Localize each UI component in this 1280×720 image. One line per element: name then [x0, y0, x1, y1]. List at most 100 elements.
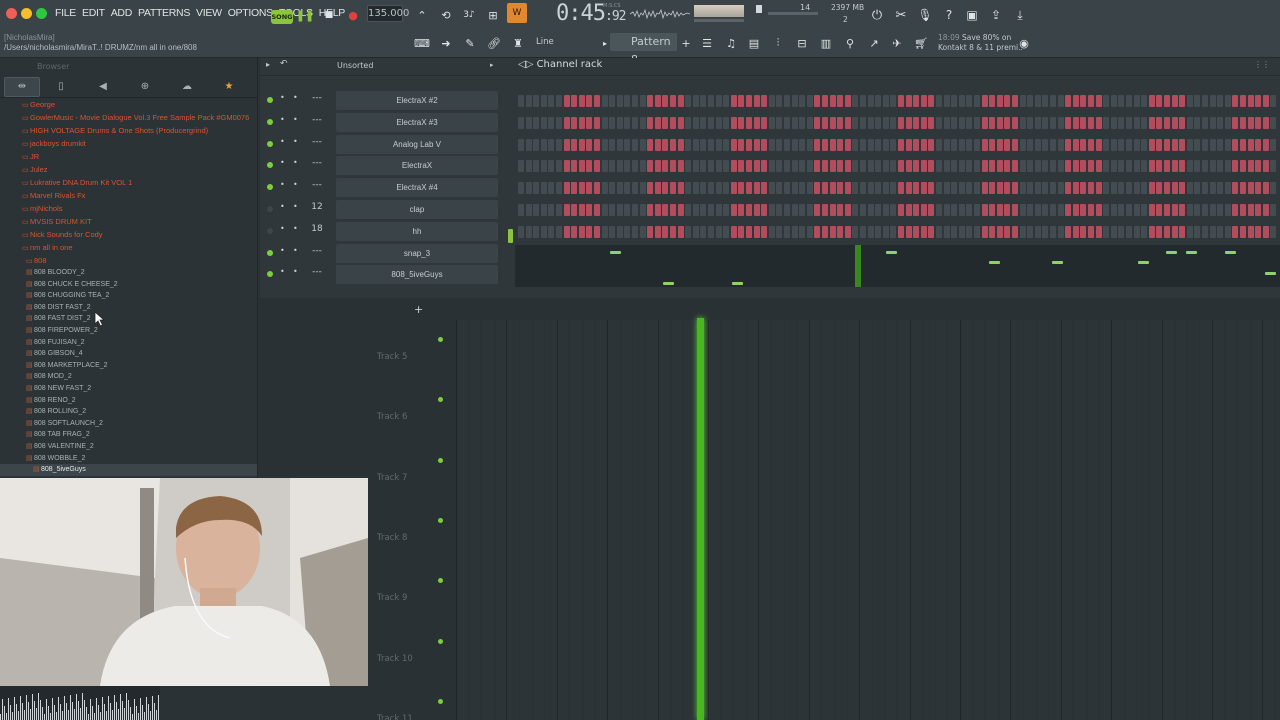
step-button[interactable] [1247, 116, 1254, 129]
globe-tab[interactable]: ⊕ [124, 77, 166, 97]
step-button[interactable] [936, 138, 942, 151]
step-button[interactable] [852, 138, 859, 151]
step-button[interactable] [1240, 182, 1246, 195]
step-button[interactable] [548, 95, 555, 107]
step-button[interactable] [1050, 225, 1056, 238]
step-button[interactable] [1186, 182, 1193, 195]
step-button[interactable] [913, 138, 920, 151]
step-button[interactable] [981, 204, 988, 216]
step-button[interactable] [844, 95, 851, 107]
maximize-window-button[interactable] [36, 8, 47, 19]
step-edit-icon[interactable]: ⊞ [484, 6, 502, 24]
step-button[interactable] [586, 182, 593, 195]
step-button[interactable] [753, 138, 760, 151]
step-button[interactable] [860, 138, 866, 151]
step-button[interactable] [692, 116, 699, 129]
browser-file[interactable]: ▤808 VALENTINE_2 [0, 441, 257, 453]
step-button[interactable] [829, 182, 836, 195]
step-button[interactable] [1072, 204, 1079, 216]
step-button[interactable] [1148, 204, 1155, 216]
step-button[interactable] [898, 160, 904, 173]
step-button[interactable] [829, 95, 836, 107]
step-button[interactable] [996, 204, 1003, 216]
step-button[interactable] [784, 138, 790, 151]
step-button[interactable] [1133, 204, 1140, 216]
step-button[interactable] [989, 95, 996, 107]
channel-pan-knob[interactable]: • [280, 93, 285, 102]
browser-file[interactable]: ▤808 ROLLING_2 [0, 406, 257, 418]
step-button[interactable] [548, 116, 555, 129]
step-button[interactable] [1133, 138, 1140, 151]
step-button[interactable] [662, 160, 669, 173]
channel-volume-knob[interactable]: • [293, 267, 298, 276]
step-button[interactable] [594, 95, 600, 107]
step-button[interactable] [518, 95, 524, 107]
step-button[interactable] [822, 160, 828, 173]
step-button[interactable] [1110, 225, 1117, 238]
step-button[interactable] [958, 182, 965, 195]
step-button[interactable] [996, 116, 1003, 129]
step-button[interactable] [761, 116, 768, 129]
step-button[interactable] [951, 204, 958, 216]
plugin-icon[interactable]: ⚲ [841, 34, 859, 52]
step-button[interactable] [768, 182, 775, 195]
step-button[interactable] [1080, 182, 1087, 195]
browser-file[interactable]: ▤808 DIST FAST_2 [0, 302, 257, 314]
step-button[interactable] [1110, 95, 1117, 107]
step-button[interactable] [1118, 138, 1125, 151]
step-button[interactable] [1095, 138, 1102, 151]
step-button[interactable] [1232, 116, 1239, 129]
step-button[interactable] [609, 225, 616, 238]
channel-mute-led[interactable] [267, 184, 273, 191]
step-button[interactable] [1034, 182, 1041, 195]
step-button[interactable] [1034, 160, 1041, 173]
step-button[interactable] [1118, 204, 1125, 216]
step-button[interactable] [1262, 138, 1269, 151]
step-button[interactable] [966, 204, 973, 216]
step-button[interactable] [822, 116, 828, 129]
step-button[interactable] [776, 138, 783, 151]
step-button[interactable] [1262, 95, 1269, 107]
channel-name-button[interactable]: 808_5iveGuys [336, 265, 498, 285]
step-button[interactable] [1034, 225, 1041, 238]
step-button[interactable] [1141, 138, 1148, 151]
step-button[interactable] [609, 182, 616, 195]
step-button[interactable] [601, 116, 608, 129]
step-button[interactable] [814, 160, 821, 173]
channel-mute-led[interactable] [267, 97, 273, 103]
step-button[interactable] [1232, 204, 1239, 216]
step-button[interactable] [1209, 138, 1216, 151]
download-icon[interactable]: ⤓ [1011, 6, 1029, 24]
step-button[interactable] [1202, 138, 1208, 151]
step-button[interactable] [670, 225, 676, 238]
step-button[interactable] [563, 182, 570, 195]
step-button[interactable] [852, 204, 859, 216]
step-button[interactable] [958, 95, 965, 107]
menu-item-add[interactable]: ADD [111, 7, 133, 19]
step-button[interactable] [784, 225, 790, 238]
step-button[interactable] [806, 182, 813, 195]
step-button[interactable] [958, 204, 965, 216]
user-icon[interactable]: ◉ [1015, 34, 1033, 52]
step-button[interactable] [981, 225, 988, 238]
channel-mute-led[interactable] [267, 271, 273, 278]
step-button[interactable] [989, 138, 996, 151]
step-button[interactable] [1019, 182, 1026, 195]
step-button[interactable] [814, 138, 821, 151]
channel-pan-knob[interactable]: • [280, 267, 285, 276]
step-button[interactable] [1072, 116, 1079, 129]
step-button[interactable] [1027, 138, 1034, 151]
step-button[interactable] [1171, 225, 1178, 238]
step-button[interactable] [548, 160, 555, 173]
step-button[interactable] [1255, 160, 1262, 173]
step-button[interactable] [860, 182, 866, 195]
browser-folder[interactable]: ▭JR [0, 150, 257, 163]
channel-volume-knob[interactable]: • [293, 93, 298, 102]
channel-mute-led[interactable] [267, 249, 273, 256]
step-button[interactable] [700, 204, 707, 216]
step-button[interactable] [1224, 182, 1231, 195]
step-button[interactable] [525, 138, 532, 151]
step-button[interactable] [609, 138, 616, 151]
channel-volume-knob[interactable]: • [293, 224, 298, 233]
step-button[interactable] [1019, 204, 1026, 216]
